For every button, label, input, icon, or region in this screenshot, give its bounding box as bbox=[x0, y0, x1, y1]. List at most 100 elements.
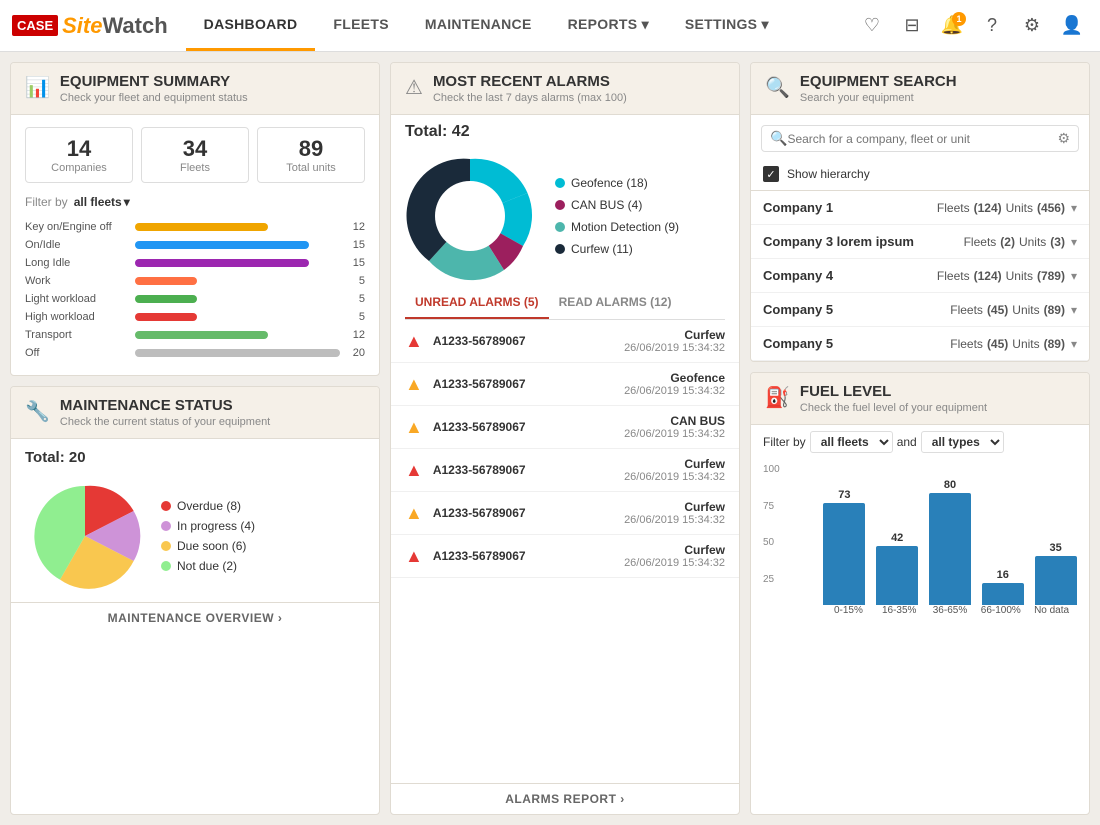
maintenance-title: MAINTENANCE STATUS bbox=[60, 397, 270, 414]
alarm-time: 26/06/2019 15:34:32 bbox=[624, 342, 725, 354]
alarms-subtitle: Check the last 7 days alarms (max 100) bbox=[433, 92, 627, 104]
company-meta: Fleets (124) Units (456) ▾ bbox=[937, 201, 1077, 215]
user-icon[interactable]: 👤 bbox=[1056, 10, 1088, 42]
nav-reports[interactable]: REPORTS ▾ bbox=[550, 0, 667, 51]
bar-value: 73 bbox=[838, 489, 850, 501]
company-name: Company 4 bbox=[763, 268, 933, 283]
alarm-severity-icon: ▲ bbox=[405, 374, 423, 395]
alarms-report-button[interactable]: ALARMS REPORT › bbox=[391, 783, 739, 814]
maintenance-overview-button[interactable]: MAINTENANCE OVERVIEW › bbox=[11, 602, 379, 633]
alarm-tab[interactable]: READ ALARMS (12) bbox=[549, 287, 682, 319]
alarm-time: 26/06/2019 15:34:32 bbox=[624, 471, 725, 483]
fuel-fleet-select[interactable]: all fleets bbox=[810, 431, 893, 453]
fleets-count: (45) bbox=[987, 303, 1008, 317]
status-bar-wrap bbox=[135, 313, 340, 321]
search-icon: 🔍 bbox=[770, 130, 787, 147]
bar-label: 16-35% bbox=[874, 605, 925, 616]
units-count: (456) bbox=[1037, 201, 1065, 215]
filter-fleet-select[interactable]: all fleets ▾ bbox=[74, 195, 130, 209]
filter-row: Filter by all fleets ▾ bbox=[11, 191, 379, 217]
alarm-info: Curfew 26/06/2019 15:34:32 bbox=[624, 328, 725, 354]
alarm-info: Curfew 26/06/2019 15:34:32 bbox=[624, 457, 725, 483]
alarm-info: Geofence 26/06/2019 15:34:32 bbox=[624, 371, 725, 397]
chart-column: 73 bbox=[823, 489, 866, 605]
y-axis-label: 100 bbox=[763, 465, 780, 475]
maintenance-subtitle: Check the current status of your equipme… bbox=[60, 416, 270, 428]
fuel-type-select[interactable]: all types bbox=[921, 431, 1004, 453]
alarm-id: A1233-56789067 bbox=[433, 549, 614, 563]
fuel-icon: ⛽ bbox=[765, 385, 790, 410]
heart-icon[interactable]: ♡ bbox=[856, 10, 888, 42]
status-value: 15 bbox=[340, 239, 365, 251]
nav-fleets[interactable]: FLEETS bbox=[315, 0, 406, 51]
status-bar-wrap bbox=[135, 277, 340, 285]
right-column: 🔍 EQUIPMENT SEARCH Search your equipment… bbox=[750, 62, 1090, 815]
nav-icons: ♡ ⊟ 🔔 1 ? ⚙ 👤 bbox=[856, 10, 1088, 42]
fleets-label: Fleets bbox=[156, 162, 234, 174]
bar-label: 66-100% bbox=[975, 605, 1026, 616]
sitewatch-logo: SiteWatch bbox=[62, 13, 168, 39]
search-box: 🔍 ⚙ bbox=[761, 125, 1079, 152]
show-hierarchy-checkbox[interactable]: ✓ bbox=[763, 166, 779, 182]
fleets-count: (45) bbox=[987, 337, 1008, 351]
equipment-search-subtitle: Search your equipment bbox=[800, 92, 957, 104]
status-bar bbox=[135, 223, 268, 231]
fleets-label: Fleets bbox=[950, 303, 983, 317]
company-name: Company 1 bbox=[763, 200, 933, 215]
alarms-header: ⚠ MOST RECENT ALARMS Check the last 7 da… bbox=[391, 63, 739, 115]
alarm-row: ▲ A1233-56789067 Curfew 26/06/2019 15:34… bbox=[391, 320, 739, 363]
equipment-summary-card: 📊 EQUIPMENT SUMMARY Check your fleet and… bbox=[10, 62, 380, 376]
sliders-icon[interactable]: ⊟ bbox=[896, 10, 928, 42]
status-value: 12 bbox=[340, 329, 365, 341]
expand-icon[interactable]: ▾ bbox=[1071, 303, 1077, 317]
company-row: Company 5 Fleets (45) Units (89) ▾ bbox=[751, 327, 1089, 361]
alarm-type: CAN BUS bbox=[624, 414, 725, 428]
companies-count: 14 bbox=[40, 136, 118, 162]
alarm-info: Curfew 26/06/2019 15:34:32 bbox=[624, 500, 725, 526]
chart-bar bbox=[876, 546, 918, 605]
alarm-legend-label: CAN BUS (4) bbox=[571, 198, 642, 212]
notification-badge: 1 bbox=[952, 12, 966, 26]
nav-maintenance[interactable]: MAINTENANCE bbox=[407, 0, 550, 51]
fleets-stat: 34 Fleets bbox=[141, 127, 249, 183]
company-name: Company 3 lorem ipsum bbox=[763, 234, 960, 249]
alarm-time: 26/06/2019 15:34:32 bbox=[624, 514, 725, 526]
alarm-severity-icon: ▲ bbox=[405, 417, 423, 438]
companies-stat: 14 Companies bbox=[25, 127, 133, 183]
alarm-severity-icon: ▲ bbox=[405, 503, 423, 524]
expand-icon[interactable]: ▾ bbox=[1071, 269, 1077, 283]
chart-column: 80 bbox=[929, 479, 972, 605]
expand-icon[interactable]: ▾ bbox=[1071, 235, 1077, 249]
filter-icon[interactable]: ⚙ bbox=[1057, 130, 1070, 147]
expand-icon[interactable]: ▾ bbox=[1071, 337, 1077, 351]
alarms-chart-area: Geofence (18) CAN BUS (4) Motion Detecti… bbox=[391, 145, 739, 287]
alarm-id: A1233-56789067 bbox=[433, 377, 614, 391]
status-name: Key on/Engine off bbox=[25, 221, 135, 233]
status-bar bbox=[135, 241, 309, 249]
bar-chart: 73 42 80 16 35 bbox=[823, 465, 1077, 605]
status-name: Work bbox=[25, 275, 135, 287]
gear-icon[interactable]: ⚙ bbox=[1016, 10, 1048, 42]
alarm-type: Curfew bbox=[624, 543, 725, 557]
alarm-id: A1233-56789067 bbox=[433, 463, 614, 477]
status-name: High workload bbox=[25, 311, 135, 323]
company-meta: Fleets (2) Units (3) ▾ bbox=[964, 235, 1077, 249]
maintenance-status-card: 🔧 MAINTENANCE STATUS Check the current s… bbox=[10, 386, 380, 815]
y-axis-label: 25 bbox=[763, 575, 780, 585]
alarm-legend-label: Curfew (11) bbox=[571, 242, 633, 256]
alarm-type: Curfew bbox=[624, 457, 725, 471]
alarm-tab[interactable]: UNREAD ALARMS (5) bbox=[405, 287, 549, 319]
help-icon[interactable]: ? bbox=[976, 10, 1008, 42]
bell-icon[interactable]: 🔔 1 bbox=[936, 10, 968, 42]
nav-dashboard[interactable]: DASHBOARD bbox=[186, 0, 316, 51]
status-name: Long Idle bbox=[25, 257, 135, 269]
status-row: Work 5 bbox=[25, 275, 365, 287]
show-hierarchy-label: Show hierarchy bbox=[787, 167, 870, 181]
fleets-count: (124) bbox=[974, 269, 1002, 283]
nav-settings[interactable]: SETTINGS ▾ bbox=[667, 0, 787, 51]
search-input[interactable] bbox=[787, 132, 1057, 146]
status-bar-wrap bbox=[135, 349, 340, 357]
expand-icon[interactable]: ▾ bbox=[1071, 201, 1077, 215]
chart-icon: 📊 bbox=[25, 75, 50, 100]
status-bar-wrap bbox=[135, 223, 340, 231]
